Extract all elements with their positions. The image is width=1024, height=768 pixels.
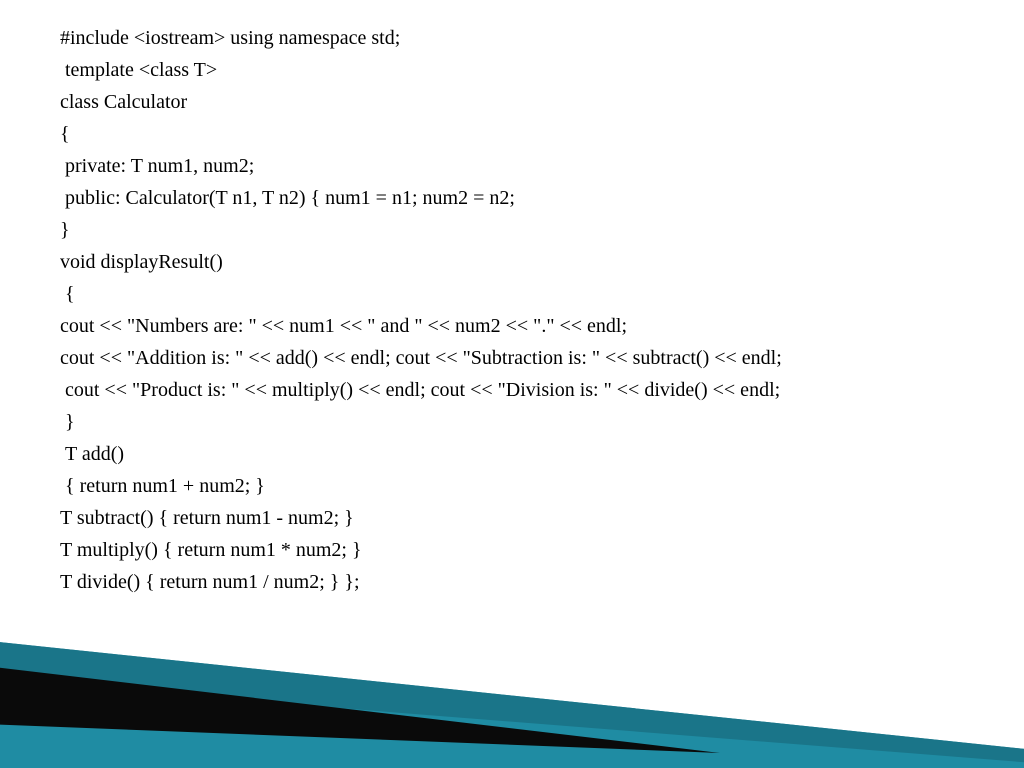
code-line: cout << "Product is: " << multiply() << … [60,374,964,406]
code-line: { [60,118,964,150]
code-line: T multiply() { return num1 * num2; } [60,534,964,566]
code-line: class Calculator [60,86,964,118]
code-line: template <class T> [60,54,964,86]
code-line: T divide() { return num1 / num2; } }; [60,566,964,598]
code-line: T add() [60,438,964,470]
code-line: #include <iostream> using namespace std; [60,22,964,54]
code-line: void displayResult() [60,246,964,278]
slide-decoration-icon [0,578,1024,768]
slide: #include <iostream> using namespace std;… [0,0,1024,768]
code-line: private: T num1, num2; [60,150,964,182]
code-line: { [60,278,964,310]
code-line: { return num1 + num2; } [60,470,964,502]
code-line: public: Calculator(T n1, T n2) { num1 = … [60,182,964,214]
code-line: } [60,214,964,246]
code-line: cout << "Numbers are: " << num1 << " and… [60,310,964,342]
code-block: #include <iostream> using namespace std;… [60,22,964,598]
code-line: T subtract() { return num1 - num2; } [60,502,964,534]
code-line: } [60,406,964,438]
code-line: cout << "Addition is: " << add() << endl… [60,342,964,374]
